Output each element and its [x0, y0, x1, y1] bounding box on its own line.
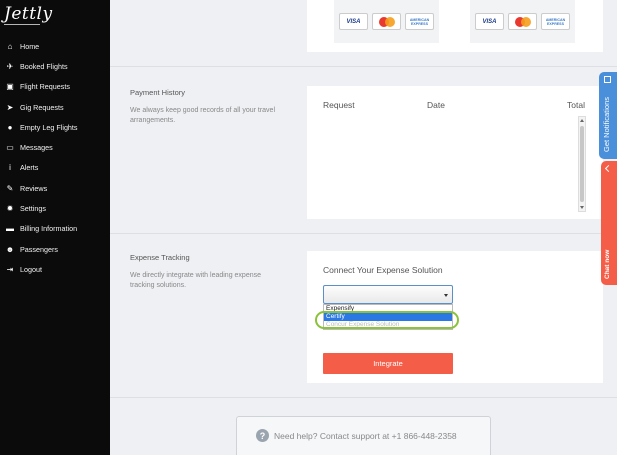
users-icon: ☻ [5, 244, 15, 254]
plane-icon: ✈ [6, 61, 14, 71]
chat-now-label: Chat now [604, 249, 611, 279]
caret-down-icon [444, 294, 448, 297]
sidebar-item-label: Passengers [20, 244, 58, 254]
payment-history-title: Payment History [130, 88, 186, 97]
home-icon: ⌂ [7, 41, 13, 51]
mastercard-logo [508, 13, 537, 30]
highlight-annotation [315, 311, 459, 329]
help-box: ? Need help? Contact support at +1 866-4… [236, 416, 491, 455]
sidebar-item-passengers[interactable]: ☻ Passengers [0, 239, 110, 259]
expense-solution-select[interactable] [323, 285, 453, 304]
sidebar-item-billing-information[interactable]: ▬ Billing Information [0, 219, 110, 239]
mastercard-logo [372, 13, 401, 30]
chevron-left-icon [604, 164, 613, 173]
scroll-thumb[interactable] [580, 126, 584, 202]
expense-tracking-title: Expense Tracking [130, 253, 190, 262]
sidebar-item-label: Alerts [20, 163, 39, 173]
sidebar-item-label: Empty Leg Flights [20, 122, 78, 132]
card-logos-right: VISA AMERICAN EXPRESS [475, 13, 570, 30]
sidebar-item-alerts[interactable]: i Alerts [0, 158, 110, 178]
jettly-logo[interactable]: Jettly [4, 4, 53, 24]
sidebar-item-booked-flights[interactable]: ✈ Booked Flights [0, 56, 110, 76]
amex-logo: AMERICAN EXPRESS [405, 13, 434, 30]
sidebar-item-label: Reviews [20, 183, 48, 193]
sidebar-item-label: Billing Information [20, 224, 78, 234]
payment-history-description: We always keep good records of all your … [130, 107, 275, 124]
scroll-up-icon[interactable] [580, 119, 584, 122]
info-icon: i [9, 163, 11, 173]
credit-card-icon: ▬ [6, 224, 14, 234]
sidebar: Jettly ⌂ Home ✈ Booked Flights ▣ Flight Req… [0, 0, 110, 455]
sidebar-item-label: Flight Requests [20, 82, 70, 92]
edit-icon: ✎ [6, 183, 14, 193]
sidebar-item-gig-requests[interactable]: ➤ Gig Requests [0, 97, 110, 117]
logo-underline [4, 24, 40, 25]
sidebar-item-label: Logout [20, 264, 42, 274]
column-header-request: Request [323, 100, 355, 110]
expense-tracking-description: We directly integrate with leading expen… [130, 272, 262, 289]
help-text[interactable]: Need help? Contact support at +1 866-448… [274, 431, 457, 441]
get-notifications-label: Get Notifications [602, 96, 611, 152]
column-header-total: Total [567, 100, 585, 110]
table-scrollbar[interactable] [578, 116, 586, 212]
amex-logo: AMERICAN EXPRESS [541, 13, 570, 30]
section-divider [110, 66, 617, 67]
integrate-button[interactable]: Integrate [323, 353, 453, 374]
inbox-icon: ▭ [6, 143, 14, 153]
card-logos-left: VISA AMERICAN EXPRESS [339, 13, 434, 30]
sidebar-item-label: Messages [20, 143, 53, 153]
sidebar-item-settings[interactable]: ✹ Settings [0, 198, 110, 218]
sidebar-item-empty-leg-flights[interactable]: ● Empty Leg Flights [0, 117, 110, 137]
visa-logo: VISA [475, 13, 504, 30]
sidebar-item-logout[interactable]: ⇥ Logout [0, 259, 110, 279]
sidebar-item-flight-requests[interactable]: ▣ Flight Requests [0, 77, 110, 97]
section-divider [110, 397, 617, 398]
gear-icon: ✹ [6, 204, 14, 214]
section-divider [110, 233, 617, 234]
sidebar-item-messages[interactable]: ▭ Messages [0, 137, 110, 157]
sidebar-item-label: Home [20, 41, 40, 51]
question-icon: ? [256, 429, 269, 442]
sidebar-item-home[interactable]: ⌂ Home [0, 36, 110, 56]
scroll-down-icon[interactable] [580, 206, 584, 209]
sidebar-nav: ⌂ Home ✈ Booked Flights ▣ Flight Requests ➤… [0, 36, 110, 280]
external-link-icon [604, 76, 611, 83]
sidebar-item-label: Settings [20, 204, 46, 214]
connect-expense-title: Connect Your Expense Solution [323, 265, 443, 275]
jet-icon: ➤ [6, 102, 14, 112]
sign-out-icon: ⇥ [6, 264, 14, 274]
column-header-date: Date [427, 100, 445, 110]
map-marker-icon: ● [7, 122, 13, 132]
visa-logo: VISA [339, 13, 368, 30]
sidebar-item-label: Booked Flights [20, 61, 68, 71]
sidebar-item-label: Gig Requests [20, 102, 64, 112]
get-notifications-tab[interactable]: Get Notifications [599, 72, 617, 159]
sidebar-item-reviews[interactable]: ✎ Reviews [0, 178, 110, 198]
chat-now-tab[interactable]: Chat now [601, 161, 617, 285]
calendar-check-icon: ▣ [6, 82, 14, 92]
